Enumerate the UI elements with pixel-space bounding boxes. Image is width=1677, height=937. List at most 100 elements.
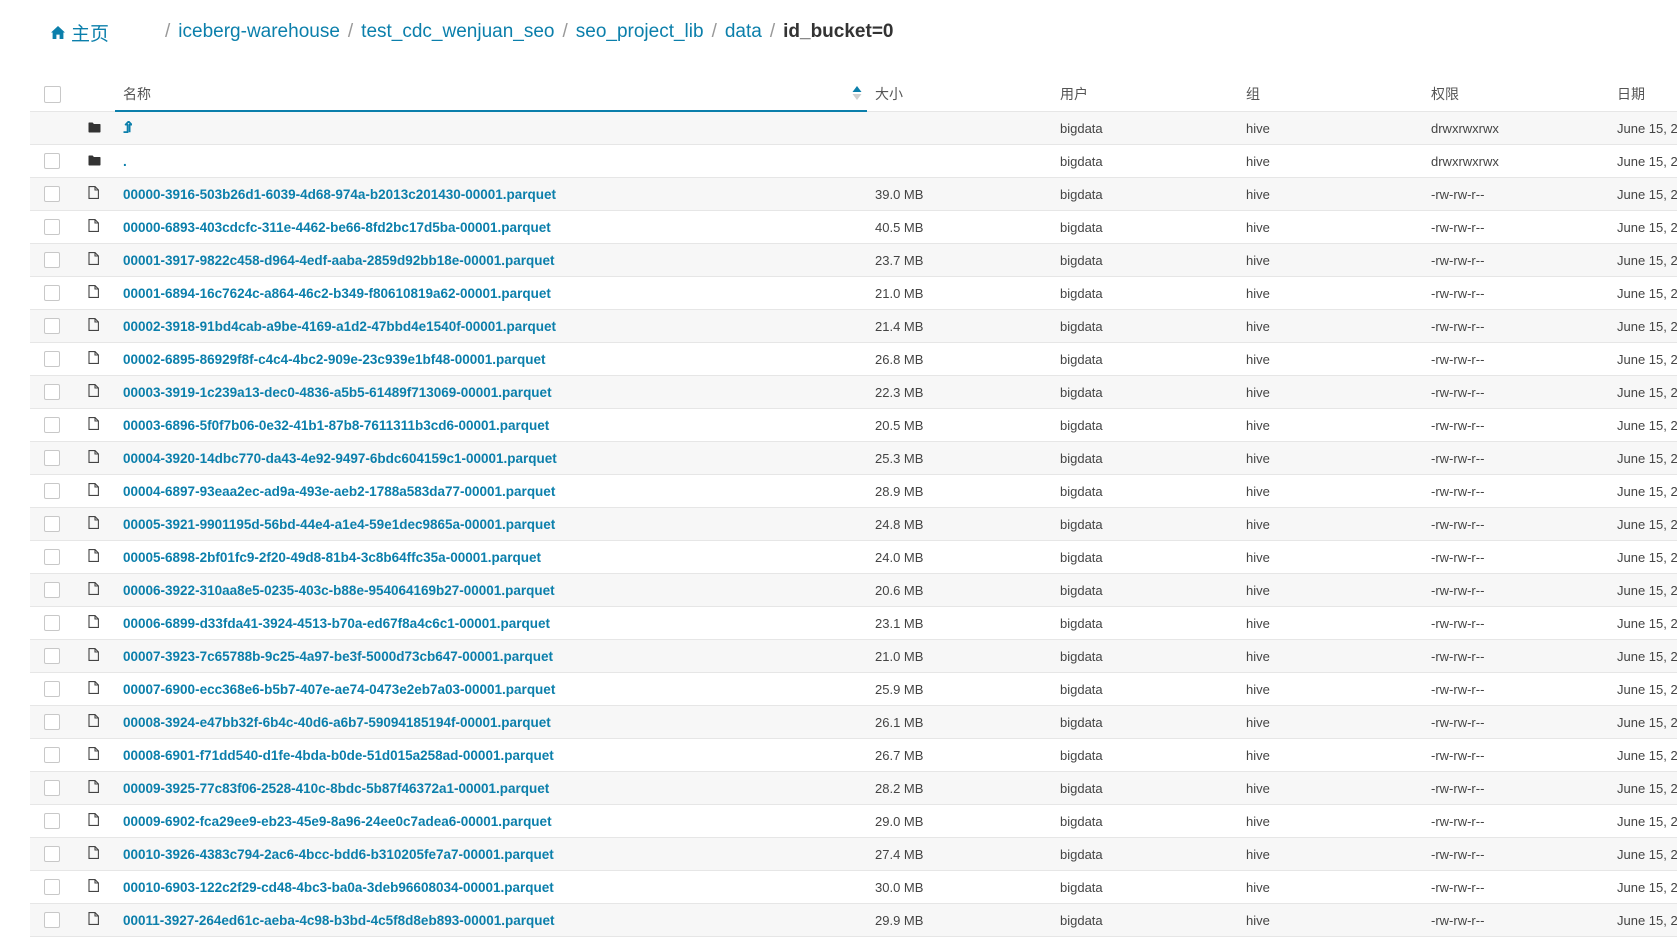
row-date: June 15, 20 bbox=[1617, 450, 1677, 466]
row-name-cell: 00007-6900-ecc368e6-b5b7-407e-ae74-0473e… bbox=[123, 673, 555, 705]
row-checkbox[interactable] bbox=[44, 516, 60, 532]
table-row[interactable]: 00002-6895-86929f8f-c4c4-4bc2-909e-23c93… bbox=[30, 343, 1677, 376]
row-name-link[interactable]: 00005-6898-2bf01fc9-2f20-49d8-81b4-3c8b6… bbox=[123, 550, 541, 565]
row-name-link[interactable]: 00008-6901-f71dd540-d1fe-4bda-b0de-51d01… bbox=[123, 748, 554, 763]
row-checkbox[interactable] bbox=[44, 318, 60, 334]
table-row[interactable]: 00004-6897-93eaa2ec-ad9a-493e-aeb2-1788a… bbox=[30, 475, 1677, 508]
row-checkbox[interactable] bbox=[44, 186, 60, 202]
row-name-link[interactable]: 00000-3916-503b26d1-6039-4d68-974a-b2013… bbox=[123, 187, 556, 202]
row-name-link[interactable]: 00006-6899-d33fda41-3924-4513-b70a-ed67f… bbox=[123, 616, 550, 631]
column-header-user[interactable]: 用户 bbox=[1060, 77, 1088, 111]
table-row[interactable]: bigdata hive drwxrwxrwx June 15, 20 bbox=[30, 112, 1677, 145]
column-header-name[interactable]: 名称 bbox=[123, 77, 151, 111]
row-name-link[interactable]: 00002-3918-91bd4cab-a9be-4169-a1d2-47bbd… bbox=[123, 319, 556, 334]
column-header-size[interactable]: 大小 bbox=[875, 77, 903, 111]
table-row[interactable]: 00002-3918-91bd4cab-a9be-4169-a1d2-47bbd… bbox=[30, 310, 1677, 343]
row-checkbox[interactable] bbox=[44, 912, 60, 928]
row-name-link[interactable]: 00003-6896-5f0f7b06-0e32-41b1-87b8-76113… bbox=[123, 418, 549, 433]
table-row[interactable]: 00004-3920-14dbc770-da43-4e92-9497-6bdc6… bbox=[30, 442, 1677, 475]
level-up-icon[interactable] bbox=[123, 120, 133, 136]
row-name-link[interactable]: 00007-6900-ecc368e6-b5b7-407e-ae74-0473e… bbox=[123, 682, 555, 697]
table-row[interactable]: 00007-3923-7c65788b-9c25-4a97-be3f-5000d… bbox=[30, 640, 1677, 673]
column-header-permissions[interactable]: 权限 bbox=[1431, 77, 1459, 111]
table-row[interactable]: 00008-6901-f71dd540-d1fe-4bda-b0de-51d01… bbox=[30, 739, 1677, 772]
row-name-link[interactable]: 00000-6893-403cdcfc-311e-4462-be66-8fd2b… bbox=[123, 220, 551, 235]
row-checkbox[interactable] bbox=[44, 846, 60, 862]
row-date: June 15, 20 bbox=[1617, 516, 1677, 532]
row-name-link[interactable]: 00001-3917-9822c458-d964-4edf-aaba-2859d… bbox=[123, 253, 555, 268]
row-select-cell bbox=[44, 343, 60, 375]
select-all-checkbox[interactable] bbox=[44, 85, 61, 103]
breadcrumb-item-test-cdc-wenjuan-seo[interactable]: test_cdc_wenjuan_seo bbox=[361, 21, 554, 43]
row-name-link[interactable]: 00009-6902-fca29ee9-eb23-45e9-8a96-24ee0… bbox=[123, 814, 552, 829]
column-header-group[interactable]: 组 bbox=[1246, 77, 1260, 111]
row-name-link[interactable]: 00004-6897-93eaa2ec-ad9a-493e-aeb2-1788a… bbox=[123, 484, 555, 499]
table-row[interactable]: 00001-3917-9822c458-d964-4edf-aaba-2859d… bbox=[30, 244, 1677, 277]
table-row[interactable]: 00000-3916-503b26d1-6039-4d68-974a-b2013… bbox=[30, 178, 1677, 211]
breadcrumb-separator: / bbox=[769, 21, 776, 42]
row-name-link[interactable]: 00002-6895-86929f8f-c4c4-4bc2-909e-23c93… bbox=[123, 352, 546, 367]
table-row[interactable]: 00005-3921-9901195d-56bd-44e4-a1e4-59e1d… bbox=[30, 508, 1677, 541]
breadcrumb-item-data[interactable]: data bbox=[725, 21, 762, 43]
row-checkbox[interactable] bbox=[44, 879, 60, 895]
table-row[interactable]: 00008-3924-e47bb32f-6b4c-40d6-a6b7-59094… bbox=[30, 706, 1677, 739]
row-checkbox[interactable] bbox=[44, 417, 60, 433]
row-checkbox[interactable] bbox=[44, 813, 60, 829]
row-checkbox[interactable] bbox=[44, 219, 60, 235]
table-row[interactable]: 00010-6903-122c2f29-cd48-4bc3-ba0a-3deb9… bbox=[30, 871, 1677, 904]
row-checkbox[interactable] bbox=[44, 252, 60, 268]
row-date: June 15, 20 bbox=[1617, 483, 1677, 499]
row-date: June 15, 20 bbox=[1617, 549, 1677, 565]
row-name-link[interactable]: 00004-3920-14dbc770-da43-4e92-9497-6bdc6… bbox=[123, 451, 557, 466]
table-row[interactable]: 00006-6899-d33fda41-3924-4513-b70a-ed67f… bbox=[30, 607, 1677, 640]
breadcrumb-item-iceberg-warehouse[interactable]: iceberg-warehouse bbox=[178, 21, 340, 43]
row-name-link[interactable]: 00006-3922-310aa8e5-0235-403c-b88e-95406… bbox=[123, 583, 555, 598]
row-name-link[interactable]: 00003-3919-1c239a13-dec0-4836-a5b5-61489… bbox=[123, 385, 552, 400]
row-checkbox[interactable] bbox=[44, 681, 60, 697]
row-checkbox[interactable] bbox=[44, 384, 60, 400]
row-checkbox[interactable] bbox=[44, 450, 60, 466]
table-row[interactable]: 00009-6902-fca29ee9-eb23-45e9-8a96-24ee0… bbox=[30, 805, 1677, 838]
table-row[interactable]: 00003-3919-1c239a13-dec0-4836-a5b5-61489… bbox=[30, 376, 1677, 409]
row-name-cell: 00007-3923-7c65788b-9c25-4a97-be3f-5000d… bbox=[123, 640, 553, 672]
row-date: June 15, 20 bbox=[1617, 186, 1677, 202]
row-user: bigdata bbox=[1060, 120, 1103, 136]
table-row[interactable]: 00011-3927-264ed61c-aeba-4c98-b3bd-4c5f8… bbox=[30, 904, 1677, 937]
row-checkbox[interactable] bbox=[44, 285, 60, 301]
row-checkbox[interactable] bbox=[44, 153, 60, 169]
row-name-link[interactable]: 00010-6903-122c2f29-cd48-4bc3-ba0a-3deb9… bbox=[123, 880, 554, 895]
table-row[interactable]: 00009-3925-77c83f06-2528-410c-8bdc-5b87f… bbox=[30, 772, 1677, 805]
row-name-link[interactable]: 00007-3923-7c65788b-9c25-4a97-be3f-5000d… bbox=[123, 649, 553, 664]
row-name-link[interactable]: 00011-3927-264ed61c-aeba-4c98-b3bd-4c5f8… bbox=[123, 913, 555, 928]
table-row[interactable]: 00007-6900-ecc368e6-b5b7-407e-ae74-0473e… bbox=[30, 673, 1677, 706]
row-name-link[interactable]: 00001-6894-16c7624c-a864-46c2-b349-f8061… bbox=[123, 286, 551, 301]
row-name-link[interactable]: 00010-3926-4383c794-2ac6-4bcc-bdd6-b3102… bbox=[123, 847, 554, 862]
row-name-link[interactable]: . bbox=[123, 154, 127, 169]
row-checkbox[interactable] bbox=[44, 714, 60, 730]
row-checkbox[interactable] bbox=[44, 615, 60, 631]
breadcrumb-home[interactable]: 主页 bbox=[50, 19, 109, 46]
sort-asc-icon[interactable] bbox=[852, 85, 862, 101]
column-header-date[interactable]: 日期 bbox=[1617, 77, 1645, 111]
table-row[interactable]: 00003-6896-5f0f7b06-0e32-41b1-87b8-76113… bbox=[30, 409, 1677, 442]
row-name-link[interactable]: 00009-3925-77c83f06-2528-410c-8bdc-5b87f… bbox=[123, 781, 549, 796]
breadcrumb-item-seo-project-lib[interactable]: seo_project_lib bbox=[576, 21, 704, 43]
row-checkbox[interactable] bbox=[44, 549, 60, 565]
table-row[interactable]: 00000-6893-403cdcfc-311e-4462-be66-8fd2b… bbox=[30, 211, 1677, 244]
row-checkbox[interactable] bbox=[44, 351, 60, 367]
table-row[interactable]: 00010-3926-4383c794-2ac6-4bcc-bdd6-b3102… bbox=[30, 838, 1677, 871]
row-name-link[interactable]: 00005-3921-9901195d-56bd-44e4-a1e4-59e1d… bbox=[123, 517, 555, 532]
row-checkbox[interactable] bbox=[44, 648, 60, 664]
row-date: June 15, 20 bbox=[1617, 681, 1677, 697]
row-checkbox[interactable] bbox=[44, 483, 60, 499]
table-row[interactable]: . bigdata hive drwxrwxrwx June 15, 20 bbox=[30, 145, 1677, 178]
table-row[interactable]: 00001-6894-16c7624c-a864-46c2-b349-f8061… bbox=[30, 277, 1677, 310]
table-row[interactable]: 00005-6898-2bf01fc9-2f20-49d8-81b4-3c8b6… bbox=[30, 541, 1677, 574]
row-name-link[interactable]: 00008-3924-e47bb32f-6b4c-40d6-a6b7-59094… bbox=[123, 715, 551, 730]
table-row[interactable]: 00006-3922-310aa8e5-0235-403c-b88e-95406… bbox=[30, 574, 1677, 607]
row-group: hive bbox=[1246, 219, 1270, 235]
file-icon bbox=[88, 384, 99, 400]
row-checkbox[interactable] bbox=[44, 582, 60, 598]
row-checkbox[interactable] bbox=[44, 780, 60, 796]
row-checkbox[interactable] bbox=[44, 747, 60, 763]
